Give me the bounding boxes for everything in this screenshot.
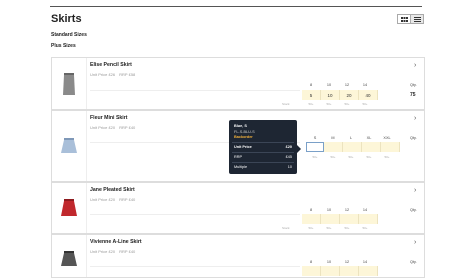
chevron-right-icon[interactable]: ›: [414, 115, 416, 122]
grid-icon: [400, 16, 408, 22]
qty-input[interactable]: 40: [359, 90, 378, 100]
tooltip-arrow: [297, 145, 301, 153]
grid-view-button[interactable]: [398, 15, 410, 23]
chevron-right-icon[interactable]: ›: [414, 62, 416, 69]
product-card: Vivienne A-Line Skirt Unit Price £20 RRP …: [51, 234, 425, 278]
qty-inputs: [306, 142, 400, 152]
qty-inputs: [302, 266, 378, 276]
view-toggle: [397, 14, 424, 24]
product-image[interactable]: [52, 58, 87, 109]
qty-label: Qty.: [410, 136, 417, 140]
product-name[interactable]: Fleur Mini Skirt: [90, 115, 127, 121]
tooltip-divider: [232, 152, 294, 153]
product-image[interactable]: [52, 235, 87, 277]
qty-input[interactable]: [381, 142, 400, 152]
qty-input[interactable]: [321, 214, 340, 224]
qty-input[interactable]: [340, 266, 359, 276]
stock-row: 50+ 50+ 50+ 50+: [308, 226, 368, 230]
product-price: Unit Price £20 RRP £40: [90, 249, 136, 254]
tooltip-variant: Blue, S: [234, 124, 247, 128]
tooltip-divider: [232, 162, 294, 163]
qty-input[interactable]: [359, 214, 378, 224]
list-view-button[interactable]: [410, 15, 423, 23]
size-header: S M L XL XXL: [313, 136, 391, 140]
size-header: 8 10 12 14: [309, 208, 368, 212]
qty-input[interactable]: [362, 142, 381, 152]
stock-row: 50+ 50+ 50+ 50+ 50+: [312, 155, 390, 159]
filter-standard-sizes[interactable]: Standard Sizes: [51, 32, 87, 38]
row-divider: [90, 214, 300, 215]
qty-input[interactable]: [321, 266, 340, 276]
qty-input[interactable]: [359, 266, 378, 276]
qty-total: 75: [410, 92, 416, 98]
product-name[interactable]: Elise Pencil Skirt: [90, 62, 132, 68]
qty-inputs: 5 10 20 40: [302, 90, 378, 100]
product-price: Unit Price £20 RRP £40: [90, 197, 136, 202]
product-name[interactable]: Vivienne A-Line Skirt: [90, 239, 142, 245]
tooltip-rrp-label: RRP: [234, 155, 243, 159]
row-divider: [90, 90, 300, 91]
tooltip-sku: FL-S-BLU-S: [234, 130, 255, 134]
qty-label: Qty.: [410, 208, 417, 212]
qty-input[interactable]: 5: [302, 90, 321, 100]
tooltip-multiple-value: 10: [287, 165, 292, 169]
filter-plus-sizes[interactable]: Plus Sizes: [51, 43, 76, 49]
list-icon: [413, 16, 421, 22]
tooltip-divider: [232, 142, 294, 143]
product-name[interactable]: Jane Pleated Skirt: [90, 187, 135, 193]
qty-input[interactable]: [324, 142, 343, 152]
top-divider: [50, 6, 422, 7]
stock-row: 50+ 50+ 50+ 50+: [308, 102, 368, 106]
qty-input[interactable]: [340, 214, 359, 224]
product-card: Elise Pencil Skirt Unit Price £26 RRP £58…: [51, 57, 425, 110]
product-image[interactable]: [52, 183, 87, 233]
size-header: 8 10 12 14: [309, 83, 368, 87]
tooltip-rrp-value: £45: [285, 155, 292, 159]
skirt-image: [63, 72, 75, 95]
size-header: 8 10 12 14: [309, 260, 368, 264]
qty-input[interactable]: 20: [340, 90, 359, 100]
variant-tooltip: Blue, S FL-S-BLU-S Backorder Unit Price …: [229, 120, 301, 174]
qty-label: Qty.: [410, 83, 417, 87]
qty-label: Qty.: [410, 260, 417, 264]
chevron-right-icon[interactable]: ›: [414, 239, 416, 246]
tooltip-multiple-label: Multiple: [234, 165, 248, 169]
skirt-image: [61, 199, 77, 216]
stock-label: Stock: [282, 226, 290, 230]
chevron-right-icon[interactable]: ›: [414, 187, 416, 194]
tooltip-status: Backorder: [234, 135, 253, 139]
qty-input[interactable]: [343, 142, 362, 152]
qty-input[interactable]: [302, 266, 321, 276]
skirt-image: [61, 138, 77, 153]
stock-label: Stock: [282, 102, 290, 106]
tooltip-unit-price-label: Unit Price: [234, 145, 252, 149]
page-title: Skirts: [51, 13, 82, 25]
product-image[interactable]: [52, 111, 87, 181]
qty-inputs: [302, 214, 378, 224]
product-price: Unit Price £20 RRP £40: [90, 125, 136, 130]
qty-input[interactable]: 10: [321, 90, 340, 100]
tooltip-unit-price-value: £20: [285, 145, 292, 149]
product-price: Unit Price £26 RRP £58: [90, 72, 136, 77]
qty-input[interactable]: [302, 214, 321, 224]
row-divider: [90, 266, 300, 267]
qty-input[interactable]: [306, 142, 324, 152]
skirt-image: [61, 251, 77, 266]
product-card: Jane Pleated Skirt Unit Price £20 RRP £40…: [51, 182, 425, 234]
